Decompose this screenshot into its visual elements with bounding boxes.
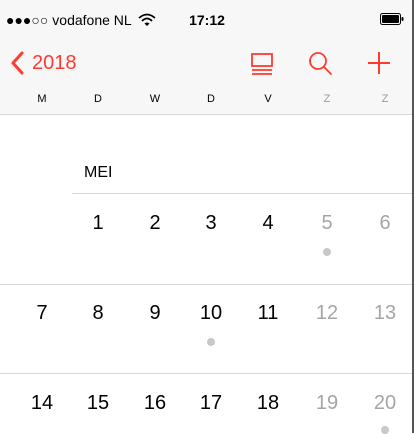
day-cell[interactable]: 4 [248, 212, 288, 235]
weekday-sat: Z [323, 93, 331, 105]
status-bar: ●●●○○ vodafone NL 17:12 [0, 0, 414, 40]
list-view-icon[interactable] [247, 49, 277, 77]
weekday-mon: M [37, 93, 47, 105]
status-time: 17:12 [189, 12, 225, 28]
weekday-header: M D W D V Z Z [0, 86, 414, 115]
search-icon[interactable] [305, 49, 335, 77]
day-cell[interactable]: 7 [22, 302, 62, 325]
weekday-sun: Z [381, 93, 389, 105]
day-cell[interactable]: 15 [78, 392, 118, 415]
day-cell[interactable]: 1 [78, 212, 118, 235]
day-cell[interactable]: 17 [191, 392, 231, 415]
week-separator [0, 284, 414, 285]
event-dot [323, 248, 331, 256]
day-cell[interactable]: 9 [135, 302, 175, 325]
day-cell[interactable]: 10 [191, 302, 231, 325]
add-icon[interactable] [364, 49, 394, 77]
day-cell[interactable]: 3 [191, 212, 231, 235]
day-cell[interactable]: 5 [307, 212, 347, 235]
chevron-left-icon [11, 51, 24, 75]
battery-icon [380, 13, 404, 25]
day-cell[interactable]: 12 [307, 302, 347, 325]
weekday-tue: D [94, 93, 102, 105]
day-cell[interactable]: 20 [365, 392, 405, 415]
week-separator [0, 373, 414, 374]
day-cell[interactable]: 13 [365, 302, 405, 325]
weekday-thu: D [207, 93, 215, 105]
weekday-fri: V [264, 93, 272, 105]
day-cell[interactable]: 18 [248, 392, 288, 415]
day-cell[interactable]: 2 [135, 212, 175, 235]
back-year-label: 2018 [32, 51, 77, 74]
nav-bar: 2018 [0, 40, 414, 86]
day-cell[interactable]: 8 [78, 302, 118, 325]
weekday-wed: W [149, 93, 161, 105]
back-button[interactable]: 2018 [10, 48, 77, 78]
day-cell[interactable]: 11 [248, 302, 288, 325]
day-cell[interactable]: 16 [135, 392, 175, 415]
day-cell[interactable]: 14 [22, 392, 62, 415]
day-cell[interactable]: 19 [307, 392, 347, 415]
month-separator [72, 193, 414, 194]
day-cell[interactable]: 6 [365, 212, 405, 235]
event-dot [207, 338, 215, 346]
month-label: MEI [84, 164, 113, 181]
